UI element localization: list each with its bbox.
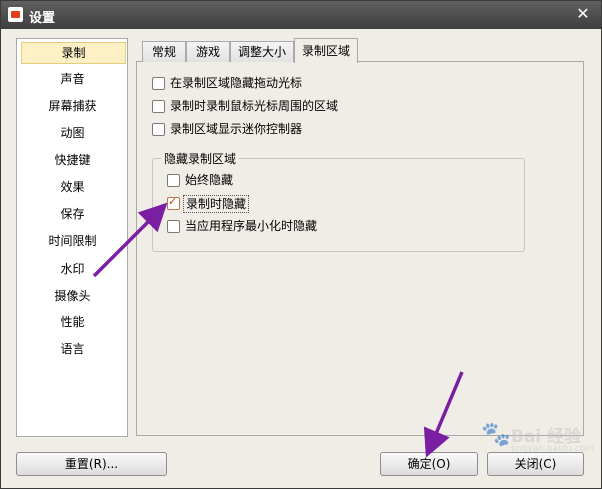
option-hide-when-minimized[interactable]: 当应用程序最小化时隐藏: [167, 218, 367, 236]
checkbox[interactable]: [167, 174, 180, 187]
sidebar-item-save[interactable]: 保存: [21, 203, 124, 225]
option-hide-drag-cursor[interactable]: 在录制区域隐藏拖动光标: [152, 75, 372, 93]
close-window-button[interactable]: ✕: [573, 5, 593, 23]
tab-resize[interactable]: 调整大小: [230, 41, 294, 62]
tab-general[interactable]: 常规: [142, 41, 186, 62]
option-hide-while-recording[interactable]: 录制时隐藏: [167, 195, 287, 213]
sidebar-item-watermark[interactable]: 水印: [21, 258, 124, 280]
tab-record-area[interactable]: 录制区域: [294, 38, 358, 63]
sidebar-item-language[interactable]: 语言: [21, 338, 124, 360]
sidebar-item-time-limit[interactable]: 时间限制: [21, 230, 124, 252]
window-title: 设置: [29, 11, 56, 26]
sidebar-item-screen-capture[interactable]: 屏幕捕获: [21, 95, 124, 117]
close-button[interactable]: 关闭(C): [487, 452, 584, 476]
sidebar-item-audio[interactable]: 声音: [21, 68, 124, 90]
settings-window: 设置 ✕ 录制 声音 屏幕捕获 动图 快捷键 效果 保存 时间限制 水印 摄像头…: [0, 0, 602, 489]
option-record-around-cursor[interactable]: 录制时录制鼠标光标周围的区域: [152, 98, 392, 116]
sidebar-item-webcam[interactable]: 摄像头: [21, 285, 124, 307]
checkbox[interactable]: [167, 220, 180, 233]
sidebar-item-hotkeys[interactable]: 快捷键: [21, 149, 124, 171]
sidebar-item-record[interactable]: 录制: [21, 42, 126, 64]
checkbox[interactable]: [152, 123, 165, 136]
paw-icon: 🐾: [481, 420, 511, 448]
sidebar-item-effects[interactable]: 效果: [21, 176, 124, 198]
checkbox[interactable]: [152, 100, 165, 113]
app-icon: [8, 7, 23, 22]
settings-sidebar: 录制 声音 屏幕捕获 动图 快捷键 效果 保存 时间限制 水印 摄像头 性能 语…: [16, 38, 128, 437]
checkbox-checked[interactable]: [167, 195, 180, 210]
group-title: 隐藏录制区域: [161, 150, 240, 167]
option-always-hide[interactable]: 始终隐藏: [167, 172, 287, 190]
tab-game[interactable]: 游戏: [186, 41, 230, 62]
option-mini-controller[interactable]: 录制区域显示迷你控制器: [152, 121, 372, 139]
sidebar-item-gif[interactable]: 动图: [21, 122, 124, 144]
ok-button[interactable]: 确定(O): [380, 452, 478, 476]
checkbox[interactable]: [152, 77, 165, 90]
reset-button[interactable]: 重置(R)...: [16, 452, 167, 476]
title-bar: 设置 ✕: [1, 1, 601, 29]
sidebar-item-performance[interactable]: 性能: [21, 311, 124, 333]
